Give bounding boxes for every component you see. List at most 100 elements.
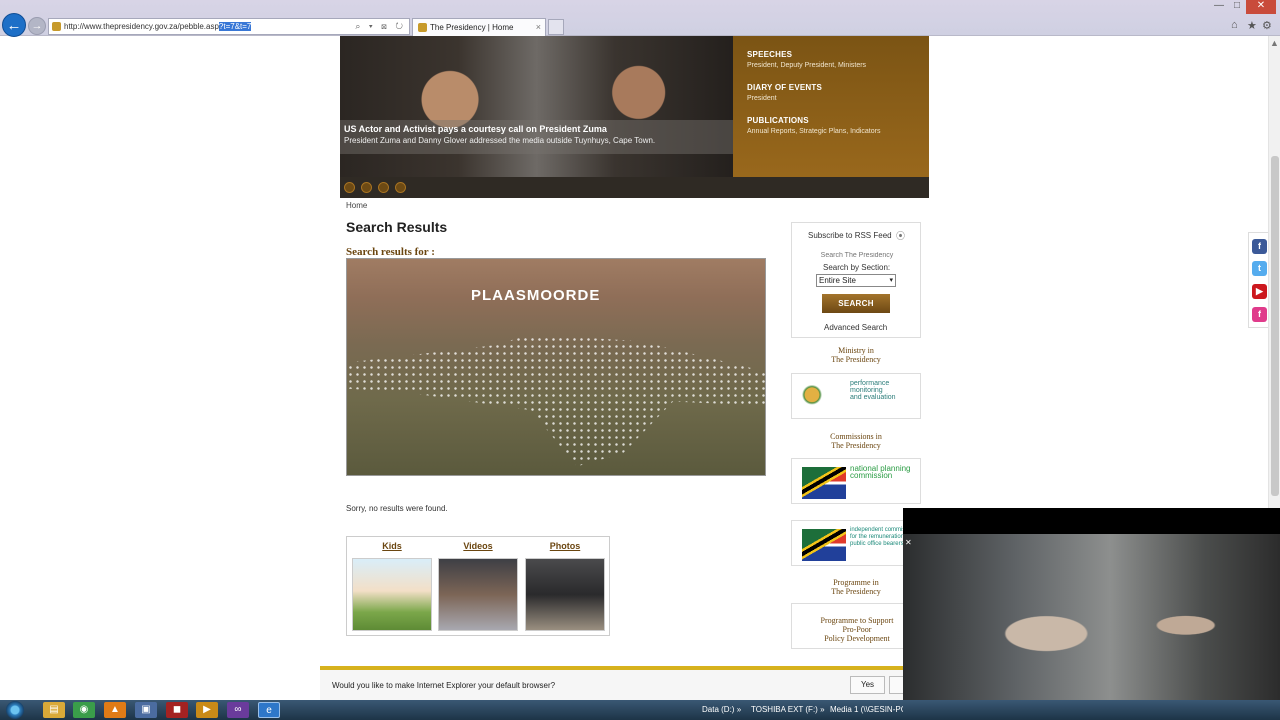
minimize-button[interactable]: —	[1210, 0, 1228, 14]
chevron-down-icon: ▾	[889, 277, 893, 284]
slider-dot[interactable]	[361, 182, 372, 193]
pme-line2: and evaluation	[850, 394, 896, 401]
yes-button[interactable]: Yes	[850, 676, 885, 694]
psppd-link[interactable]: Programme to Support Pro-Poor Policy Dev…	[791, 603, 921, 649]
npc-logo-link[interactable]: national planning commission	[791, 458, 921, 504]
video-close-icon[interactable]: ✕	[905, 538, 912, 547]
no-button[interactable]	[889, 676, 903, 694]
slider-pagination	[344, 182, 412, 196]
youtube-icon[interactable]: ▶	[1252, 284, 1267, 299]
media-kids[interactable]: Kids	[351, 541, 433, 631]
rss-icon[interactable]: ⦿	[896, 229, 905, 242]
taskbar: ▤ ◉ ▲ ▣ ◼ ▶ ∞ e Data (D:) » TOSHIBA EXT …	[0, 700, 1280, 720]
media-videos[interactable]: Videos	[437, 541, 519, 631]
coat-of-arms-icon	[802, 382, 822, 414]
commissions-heading[interactable]: Commissions in The Presidency	[791, 432, 921, 450]
menu-item-title: DIARY OF EVENTS	[747, 83, 823, 92]
plaasmoorde-banner-image: PLAASMOORDE	[346, 258, 766, 476]
tab-favicon	[418, 23, 427, 32]
menu-item-diary-of-events[interactable]: DIARY OF EVENTS President	[747, 83, 929, 102]
visual-studio-icon[interactable]: ∞	[227, 702, 249, 718]
slider-caption-subtitle: President Zuma and Danny Glover addresse…	[344, 136, 656, 145]
maximize-button[interactable]: □	[1228, 0, 1246, 14]
home-icon[interactable]: ⌂	[1231, 19, 1238, 31]
media-photos[interactable]: Photos	[524, 541, 606, 631]
scrollbar-thumb[interactable]	[1271, 156, 1279, 496]
menu-item-speeches[interactable]: SPEECHES President, Deputy President, Mi…	[747, 50, 929, 69]
results-for-heading: Search results for :	[346, 246, 435, 258]
slider-photo[interactable]	[340, 36, 733, 177]
toshiba-drive-label: TOSHIBA EXT (F:)	[751, 705, 818, 714]
scroll-up-icon[interactable]: ▲	[1270, 38, 1279, 48]
site-search-input[interactable]	[800, 249, 914, 261]
tab-the-presidency[interactable]: The Presidency | Home ×	[412, 18, 546, 36]
search-button[interactable]: SEARCH	[822, 294, 890, 313]
slider-caption[interactable]: US Actor and Activist pays a courtesy ca…	[340, 120, 733, 154]
slider-dot[interactable]	[378, 182, 389, 193]
forward-arrow-icon: →	[31, 20, 43, 32]
rss-subscribe-link[interactable]: Subscribe to RSS Feed	[808, 231, 892, 240]
photos-thumbnail[interactable]	[525, 558, 605, 631]
close-window-button[interactable]: ✕	[1246, 0, 1276, 14]
remuneration-commission-logo-link[interactable]: independent commission for the remunerat…	[791, 520, 921, 566]
menu-item-subtitle: President	[747, 95, 777, 102]
video-overlay[interactable]: ✕	[903, 508, 1280, 700]
back-arrow-icon: ←	[6, 17, 22, 34]
tab-close-icon[interactable]: ×	[536, 19, 541, 36]
slider-dot[interactable]	[395, 182, 406, 193]
chrome-icon[interactable]: ◉	[73, 702, 95, 718]
npc-line2: commission	[850, 471, 893, 480]
media-photos-link[interactable]: Photos	[524, 541, 606, 551]
gear-icon[interactable]: ⚙	[1262, 19, 1272, 32]
media-kids-link[interactable]: Kids	[351, 541, 433, 551]
slider-dot[interactable]	[344, 182, 355, 193]
back-button[interactable]: ←	[2, 13, 26, 37]
ice-line3: public office bearers	[850, 541, 904, 547]
default-browser-notification: Would you like to make Internet Explorer…	[320, 666, 903, 700]
media-drive-toolbar[interactable]: Media 1 (\\GESIN-PC	[830, 705, 903, 714]
menu-item-subtitle: President, Deputy President, Ministers	[747, 62, 867, 69]
no-results-message: Sorry, no results were found.	[346, 504, 448, 513]
kids-thumbnail[interactable]	[352, 558, 432, 631]
address-bar[interactable]: http://www.thepresidency.gov.za/pebble.a…	[48, 18, 410, 35]
tab-title: The Presidency | Home	[430, 23, 514, 32]
sa-flag-icon	[802, 467, 846, 499]
ministry-heading[interactable]: Ministry in The Presidency	[791, 346, 921, 364]
ministry-heading-line2: The Presidency	[831, 355, 881, 364]
breadcrumb-home[interactable]: Home	[346, 201, 367, 210]
videos-thumbnail[interactable]	[438, 558, 518, 631]
new-tab-button[interactable]	[548, 19, 564, 35]
chevron-right-icon: »	[820, 705, 825, 714]
sa-flag-icon	[802, 529, 846, 561]
explorer-folder-icon[interactable]: ▤	[43, 702, 65, 718]
internet-explorer-icon[interactable]: e	[258, 702, 280, 718]
page-title: Search Results	[346, 219, 448, 235]
menu-item-subtitle: Annual Reports, Strategic Plans, Indicat…	[747, 128, 881, 135]
section-select[interactable]: Entire Site ▾	[816, 274, 896, 287]
favorites-star-icon[interactable]: ★	[1247, 19, 1257, 32]
twitter-icon[interactable]: t	[1252, 261, 1267, 276]
featured-slider: US Actor and Activist pays a courtesy ca…	[340, 36, 929, 198]
app-icon[interactable]: ▣	[135, 702, 157, 718]
vlc-icon[interactable]: ▲	[104, 702, 126, 718]
commissions-heading-line1: Commissions in	[830, 432, 882, 441]
ministry-heading-line1: Ministry in	[838, 346, 874, 355]
toshiba-drive-toolbar[interactable]: TOSHIBA EXT (F:) »	[751, 705, 825, 714]
media-videos-link[interactable]: Videos	[437, 541, 519, 551]
menu-item-publications[interactable]: PUBLICATIONS Annual Reports, Strategic P…	[747, 116, 929, 135]
pme-logo-link[interactable]: performance monitoring and evaluation	[791, 373, 921, 419]
programme-heading[interactable]: Programme in The Presidency	[791, 578, 921, 596]
forward-button[interactable]: →	[28, 17, 46, 35]
flickr-icon[interactable]: f	[1252, 307, 1267, 322]
media-player-icon[interactable]: ▶	[196, 702, 218, 718]
programme-heading-line1: Programme in	[833, 578, 879, 587]
section-label: Search by Section:	[823, 263, 891, 272]
start-button[interactable]	[6, 701, 24, 719]
advanced-search-link[interactable]: Advanced Search	[824, 323, 887, 332]
video-frame[interactable]	[903, 534, 1280, 700]
site-favicon	[52, 22, 61, 31]
address-tools-icons[interactable]: ⌕ ▾ ⊠ ↻	[355, 19, 406, 34]
facebook-icon[interactable]: f	[1252, 239, 1267, 254]
app-icon[interactable]: ◼	[166, 702, 188, 718]
data-drive-toolbar[interactable]: Data (D:) »	[702, 705, 741, 714]
